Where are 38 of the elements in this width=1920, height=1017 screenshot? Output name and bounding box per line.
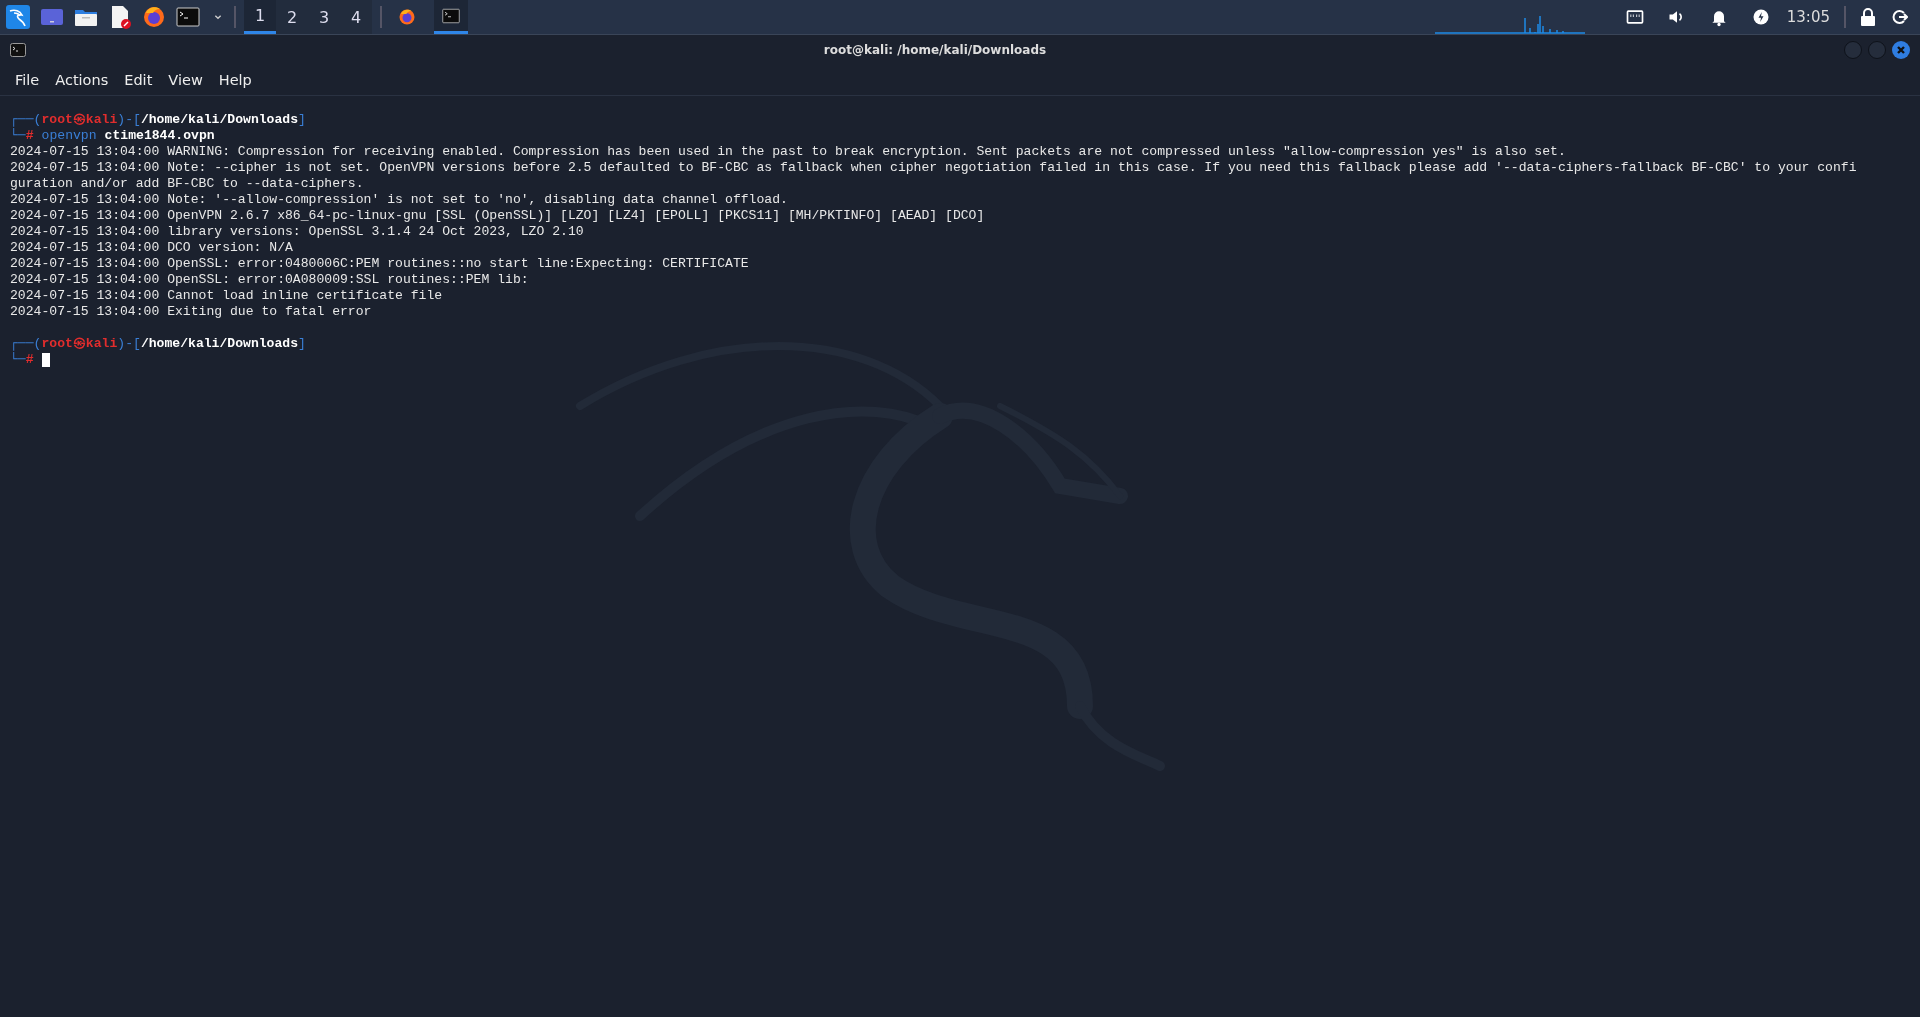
output-line: guration and/or add BF-CBC to --data-ciphers.	[10, 176, 364, 192]
command-line: └─#	[10, 352, 50, 368]
workspace-button[interactable]: 1	[244, 0, 276, 34]
workspace-button[interactable]: 4	[340, 0, 372, 34]
output-line: 2024-07-15 13:04:00 WARNING: Compression for receiving enabled. Compression has been used in the past to break encryption. Sent packets are not compressed unless "allow-compression yes" is also set.	[10, 144, 1566, 160]
menu-item[interactable]: Help	[211, 69, 259, 91]
output-line: 2024-07-15 13:04:00 OpenVPN 2.6.7 x86_64-pc-linux-gnu [SSL (OpenSSL)] [LZO] [LZ4] [EPOLL] [PKCS11] [MH/PKTINFO] [AEAD] [DCO]	[10, 208, 985, 224]
output-line: 2024-07-15 13:04:00 Exiting due to fatal error	[10, 304, 372, 320]
network-icon[interactable]	[1624, 7, 1645, 27]
firefox-icon[interactable]	[142, 5, 166, 29]
output-line: 2024-07-15 13:04:00 OpenSSL: error:0A080009:SSL routines::PEM lib:	[10, 272, 529, 288]
output-line: 2024-07-15 13:04:00 Cannot load inline certificate file	[10, 288, 443, 304]
prompt-line: ┌──(root㉿kali)-[/home/kali/Downloads]	[10, 112, 306, 128]
clock[interactable]: 13:05	[1786, 8, 1830, 26]
menu-item[interactable]: View	[161, 69, 210, 91]
workspace-button[interactable]: 2	[276, 0, 308, 34]
kali-dragon-icon[interactable]	[6, 5, 30, 29]
workspace-button[interactable]: 3	[308, 0, 340, 34]
prompt-line: ┌──(root㉿kali)-[/home/kali/Downloads]	[10, 336, 306, 352]
close-button[interactable]	[1892, 41, 1910, 59]
terminal-icon[interactable]	[176, 5, 200, 29]
command-line: └─# openvpn ctime1844.ovpn	[10, 128, 215, 144]
output-line: 2024-07-15 13:04:00 DCO version: N/A	[10, 240, 293, 256]
task-button[interactable]	[434, 0, 468, 34]
lock-icon[interactable]	[1860, 8, 1876, 26]
output-line: 2024-07-15 13:04:00 library versions: OpenSSL 3.1.4 24 Oct 2023, LZO 2.10	[10, 224, 584, 240]
text-cursor	[41, 352, 50, 367]
terminal-icon	[10, 43, 26, 57]
menu-item[interactable]: Actions	[48, 69, 116, 91]
menu-item[interactable]: File	[8, 69, 47, 91]
output-line: 2024-07-15 13:04:00 OpenSSL: error:0480006C:PEM routines::no start line:Expecting: CERTIFICATE	[10, 256, 749, 272]
firefox-icon	[398, 8, 416, 26]
output-line: 2024-07-15 13:04:00 Note: '--allow-compression' is not set to 'no', disabling data channel offload.	[10, 192, 788, 208]
output-line: 2024-07-15 13:04:00 Note: --cipher is not set. OpenVPN versions before 2.5 defaulted to BF-CBC as fallback when cipher negotiation failed in this case. If you need this fallback please add '--data-ciphers-fallback BF-CBC' to your confi	[10, 160, 1857, 176]
logout-icon[interactable]	[1892, 9, 1908, 25]
window-title: root@kali: /home/kali/Downloads	[822, 43, 1048, 57]
terminal-icon	[442, 6, 460, 25]
menu-item[interactable]: Edit	[117, 69, 160, 91]
